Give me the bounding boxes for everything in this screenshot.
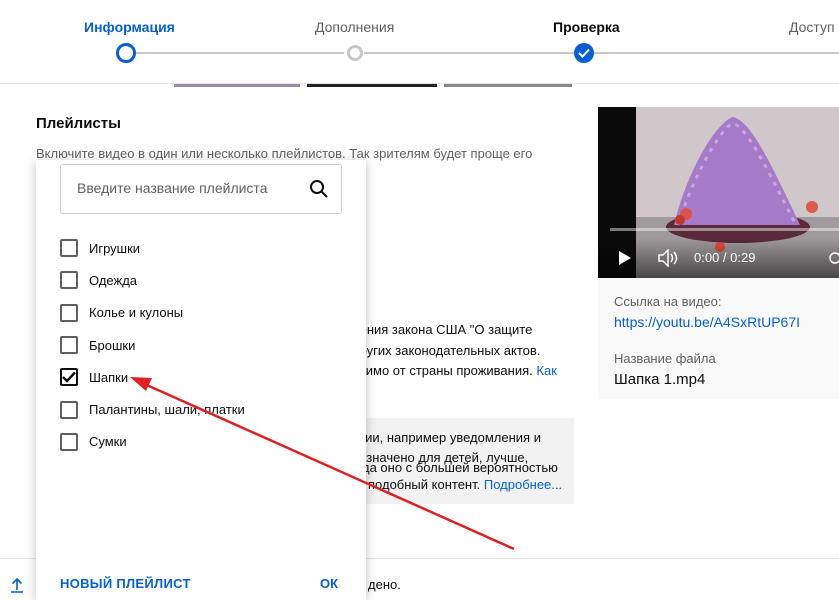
playlist-checkbox[interactable] bbox=[60, 336, 78, 355]
info-text-line: кции, например уведомления и bbox=[352, 430, 541, 445]
volume-icon[interactable] bbox=[658, 249, 680, 267]
playlist-list: Игрушки Одежда Колье и кулоны Брошки Шап… bbox=[60, 232, 350, 458]
upload-icon bbox=[10, 577, 24, 598]
step-connector bbox=[364, 52, 574, 54]
playlist-item-label: Колье и кулоны bbox=[89, 305, 184, 321]
playlist-item[interactable]: Игрушки bbox=[60, 232, 350, 264]
new-playlist-button[interactable]: НОВЫЙ ПЛЕЙЛИСТ bbox=[60, 576, 191, 591]
playlist-checkbox[interactable] bbox=[60, 239, 78, 258]
video-link-label: Ссылка на видео: bbox=[614, 294, 722, 309]
audience-text-fragment: исимо от страны проживания. bbox=[352, 363, 533, 378]
playlist-item-label: Сумки bbox=[89, 434, 127, 450]
playlist-popup-footer: НОВЫЙ ПЛЕЙЛИСТ ОК bbox=[36, 576, 366, 600]
video-progress-bar[interactable] bbox=[610, 228, 839, 231]
check-icon bbox=[578, 48, 590, 58]
playlist-item[interactable]: Брошки bbox=[60, 329, 350, 361]
play-icon[interactable] bbox=[618, 250, 632, 266]
playlist-item[interactable]: Шапки bbox=[60, 361, 350, 393]
playlist-checkbox[interactable] bbox=[60, 303, 78, 322]
video-time: 0:00 / 0:29 bbox=[694, 250, 756, 265]
step-dot-active[interactable] bbox=[116, 43, 136, 63]
upload-dialog: Информация Дополнения Проверка Доступ Пл… bbox=[0, 0, 839, 600]
playlist-item-label: Брошки bbox=[89, 337, 136, 353]
step-connector bbox=[136, 52, 344, 54]
video-link[interactable]: https://youtu.be/A4SxRtUP67I bbox=[614, 314, 800, 330]
thumbnail-option[interactable] bbox=[174, 84, 300, 87]
step-label-elements[interactable]: Дополнения bbox=[315, 19, 394, 35]
step-label-checks[interactable]: Проверка bbox=[553, 19, 620, 35]
playlist-checkbox[interactable] bbox=[60, 432, 78, 451]
thumbnail-option[interactable] bbox=[444, 84, 572, 87]
step-label-visibility[interactable]: Доступ bbox=[789, 19, 835, 35]
footer-status-text: дено. bbox=[368, 577, 401, 592]
playlist-dropdown: Игрушки Одежда Колье и кулоны Брошки Шап… bbox=[36, 160, 366, 600]
ok-button[interactable]: ОК bbox=[320, 576, 338, 591]
playlist-search-input[interactable] bbox=[77, 180, 297, 196]
file-name-label: Название файла bbox=[614, 351, 716, 366]
playlist-checkbox[interactable] bbox=[60, 271, 78, 290]
playlist-item[interactable]: Сумки bbox=[60, 426, 350, 458]
audience-text-line: дения закона США "О защите bbox=[352, 322, 533, 337]
playlist-item-label: Шапки bbox=[89, 369, 129, 385]
step-label-details[interactable]: Информация bbox=[84, 19, 175, 35]
learn-more-link[interactable]: Как bbox=[536, 363, 557, 378]
settings-icon[interactable] bbox=[828, 250, 839, 266]
video-preview[interactable]: 0:00 / 0:29 bbox=[598, 107, 839, 278]
more-info-link[interactable]: Подробнее... bbox=[484, 477, 562, 492]
search-icon[interactable] bbox=[309, 179, 329, 199]
playlists-description: Включите видео в один или несколько плей… bbox=[36, 146, 533, 161]
info-text-line: подобный контент. Подробнее... bbox=[368, 477, 562, 492]
info-text-line: да оно с большей вероятностью bbox=[362, 460, 558, 475]
playlists-heading: Плейлисты bbox=[36, 115, 121, 132]
playlist-checkbox-checked[interactable] bbox=[60, 368, 78, 387]
step-connector bbox=[594, 52, 839, 54]
playlist-item-label: Игрушки bbox=[89, 240, 141, 256]
check-icon bbox=[62, 372, 76, 384]
thumbnail-option[interactable] bbox=[307, 84, 437, 87]
playlist-item[interactable]: Одежда bbox=[60, 264, 350, 296]
audience-text-line: исимо от страны проживания. Как bbox=[352, 363, 557, 378]
playlist-item-label: Одежда bbox=[89, 272, 138, 288]
playlist-item[interactable]: Колье и кулоны bbox=[60, 297, 350, 329]
file-name: Шапка 1.mp4 bbox=[614, 371, 706, 388]
playlist-item[interactable]: Палантины, шали, платки bbox=[60, 393, 350, 425]
step-dot-pending[interactable] bbox=[347, 45, 363, 61]
info-text-fragment: подобный контент. bbox=[368, 477, 481, 492]
playlist-search-box bbox=[60, 164, 342, 214]
step-dot-complete[interactable] bbox=[574, 43, 594, 63]
playlist-item-label: Палантины, шали, платки bbox=[89, 402, 245, 418]
playlist-checkbox[interactable] bbox=[60, 400, 78, 419]
upload-stepper: Информация Дополнения Проверка Доступ bbox=[0, 0, 839, 84]
audience-text-line: других законодательных актов. bbox=[352, 343, 541, 358]
